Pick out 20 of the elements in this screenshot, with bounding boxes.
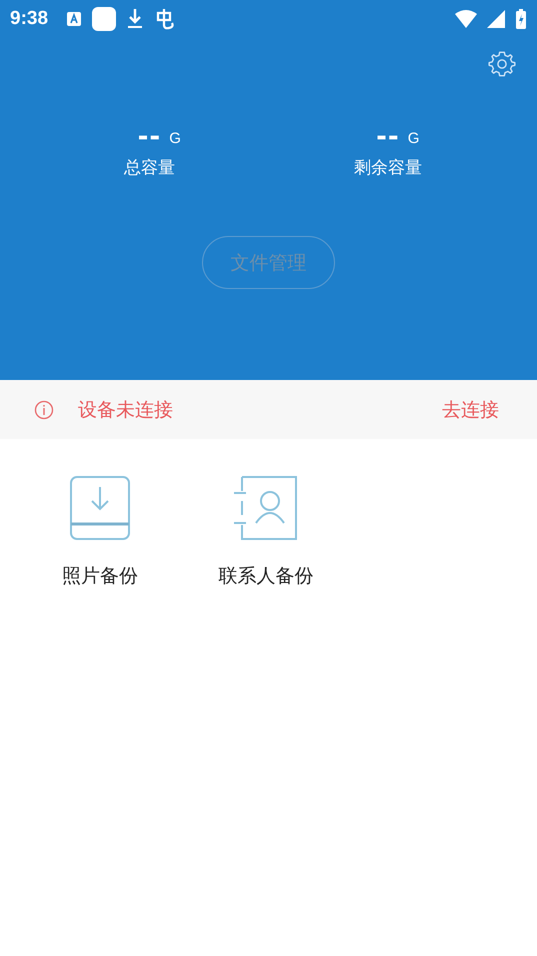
wifi-icon <box>455 10 477 28</box>
storage-label: 剩余容量 <box>354 157 422 179</box>
contacts-book-icon[interactable] <box>234 475 298 541</box>
settings-icon[interactable] <box>488 50 516 78</box>
storage-value: -- <box>138 126 162 148</box>
download-book-icon[interactable] <box>69 475 131 541</box>
tile-label[interactable]: 联系人备份 <box>218 563 314 589</box>
storage-unit: G <box>408 130 420 148</box>
text-app-icon <box>66 11 82 27</box>
storage-unit: G <box>169 130 181 148</box>
signal-icon <box>487 10 505 28</box>
info-icon <box>34 400 54 420</box>
download-icon <box>126 8 144 30</box>
storage-label: 总容量 <box>124 157 175 179</box>
status-time: 9:38 <box>10 8 48 30</box>
app-icon <box>92 7 116 31</box>
tile-label[interactable]: 照片备份 <box>62 563 138 589</box>
storage-value: -- <box>376 126 400 148</box>
alert-message: 设备未连接 <box>78 398 173 422</box>
battery-icon <box>515 8 527 30</box>
